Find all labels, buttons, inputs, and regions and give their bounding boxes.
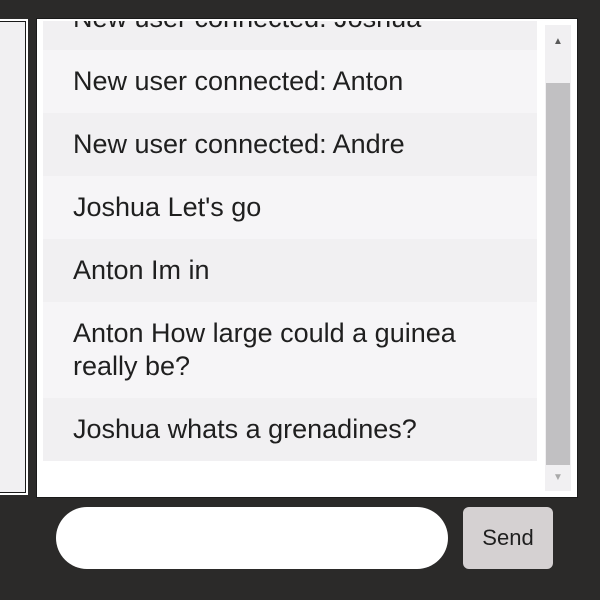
chat-message: New user connected: Joshua bbox=[43, 21, 537, 50]
chat-message: Joshua Let's go bbox=[43, 176, 537, 239]
composer: Send bbox=[0, 500, 600, 600]
message-list[interactable]: New user connected: Joshua New user conn… bbox=[43, 21, 537, 493]
scroll-down-arrow-icon[interactable]: ▼ bbox=[545, 467, 571, 489]
chat-panel: New user connected: Joshua New user conn… bbox=[37, 19, 577, 497]
chat-message: New user connected: Andre bbox=[43, 113, 537, 176]
chat-message: Joshua whats a grenadines? bbox=[43, 398, 537, 461]
chat-message: Anton How large could a guinea really be… bbox=[43, 302, 537, 398]
left-panel bbox=[0, 19, 28, 495]
scroll-up-arrow-icon[interactable]: ▲ bbox=[545, 31, 571, 53]
scrollbar-thumb[interactable] bbox=[546, 83, 570, 465]
vertical-scrollbar[interactable]: ▲ ▼ bbox=[545, 25, 571, 491]
message-input[interactable] bbox=[56, 507, 448, 569]
chat-message: New user connected: Anton bbox=[43, 50, 537, 113]
send-button[interactable]: Send bbox=[463, 507, 553, 569]
chat-message: Anton Im in bbox=[43, 239, 537, 302]
